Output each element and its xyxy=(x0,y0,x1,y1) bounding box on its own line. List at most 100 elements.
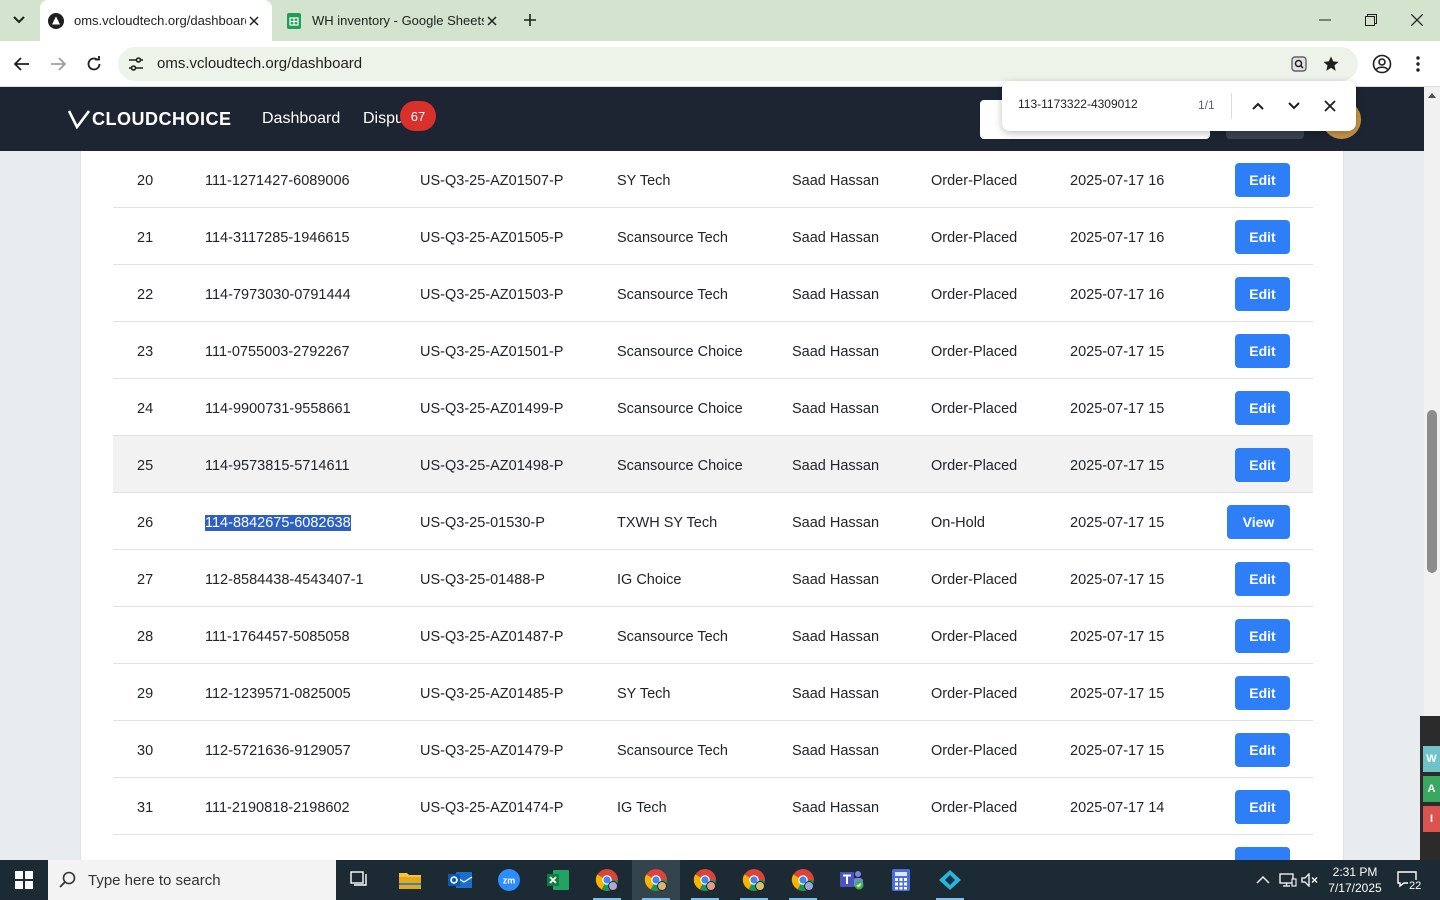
date-cell: 2025-07-17 15 xyxy=(1070,686,1165,702)
side-widget-tab-w[interactable]: W xyxy=(1423,746,1440,772)
edit-button[interactable]: Edit xyxy=(1235,619,1290,653)
more-vertical-icon xyxy=(1416,56,1420,72)
chrome-button[interactable] xyxy=(681,860,729,900)
close-icon xyxy=(1411,14,1423,26)
file-explorer-button[interactable] xyxy=(386,860,434,900)
restore-icon xyxy=(1365,14,1377,26)
table-row: 20 111-1271427-6089006 US-Q3-25-AZ01507-P S… xyxy=(113,151,1313,208)
tab-wh-inventory[interactable]: WH inventory - Google Sheets xyxy=(276,0,510,41)
side-widget-tab-a[interactable]: A xyxy=(1423,776,1440,802)
status-cell: On-Hold xyxy=(931,515,985,531)
edit-button[interactable]: Edit xyxy=(1235,334,1290,368)
edit-button[interactable]: Edit xyxy=(1235,448,1290,482)
new-tab-button[interactable] xyxy=(518,8,542,32)
page-content: 20 111-1271427-6089006 US-Q3-25-AZ01507-P S… xyxy=(0,151,1424,860)
order-id-cell: 112-1239571-0825005 xyxy=(205,686,351,702)
edit-button[interactable]: Edit xyxy=(1235,277,1290,311)
edit-button[interactable]: Edit xyxy=(1235,790,1290,824)
chrome-button[interactable] xyxy=(583,860,631,900)
find-in-page-bar: 1/1 xyxy=(1002,81,1356,131)
zoom-icon: zm xyxy=(498,869,520,891)
bookmark-star-icon[interactable] xyxy=(1320,53,1342,75)
find-input[interactable] xyxy=(1018,97,1188,111)
browser-menu-button[interactable] xyxy=(1404,50,1432,78)
app-button[interactable] xyxy=(926,860,974,900)
order-id-cell: 111-1764457-5085058 xyxy=(205,629,350,645)
scrollbar-thumb[interactable] xyxy=(1427,410,1437,573)
show-hidden-icons-button[interactable] xyxy=(1253,870,1273,890)
store-cell: IG Tech xyxy=(617,800,667,816)
edit-button[interactable]: Edit xyxy=(1235,391,1290,425)
edit-button[interactable]: Edit xyxy=(1235,220,1290,254)
status-cell: Order-Placed xyxy=(931,173,1018,189)
order-id-cell: 112-8584438-4543407-1 xyxy=(205,572,364,588)
status-cell: Order-Placed xyxy=(931,629,1018,645)
taskbar-search-box[interactable]: Type here to search xyxy=(48,860,336,900)
tab-dashboard[interactable]: oms.vcloudtech.org/dashboard xyxy=(40,0,272,41)
calculator-button[interactable] xyxy=(877,860,925,900)
find-match-count: 1/1 xyxy=(1198,98,1215,112)
google-lens-icon[interactable] xyxy=(1288,53,1310,75)
forward-button[interactable] xyxy=(44,50,72,78)
teams-button[interactable] xyxy=(828,860,876,900)
start-button[interactable] xyxy=(0,860,48,900)
back-button[interactable] xyxy=(8,50,36,78)
store-cell: Scansource Tech xyxy=(617,743,728,759)
site-info-icon[interactable] xyxy=(126,54,146,74)
excel-button[interactable] xyxy=(534,860,582,900)
network-icon[interactable] xyxy=(1278,870,1298,890)
find-previous-button[interactable] xyxy=(1246,94,1270,118)
reference-cell: US-Q3-25-AZ01474-P xyxy=(420,800,564,816)
reload-button[interactable] xyxy=(80,50,108,78)
restore-button[interactable] xyxy=(1348,0,1394,40)
scroll-up-arrow-icon[interactable] xyxy=(1424,87,1440,103)
edit-button[interactable]: Edit xyxy=(1235,562,1290,596)
taskbar-clock[interactable]: 2:31 PM 7/17/2025 xyxy=(1320,864,1390,896)
clock-date: 7/17/2025 xyxy=(1328,881,1382,895)
chrome-button[interactable] xyxy=(779,860,827,900)
date-cell: 2025-07-17 14 xyxy=(1070,800,1165,816)
nav-dashboard[interactable]: Dashboard xyxy=(262,110,340,128)
store-cell: Scansource Tech xyxy=(617,629,728,645)
arrow-left-icon xyxy=(14,57,29,71)
disputes-count-badge: 67 xyxy=(400,101,436,131)
date-cell: 2025-07-17 15 xyxy=(1070,401,1165,417)
row-number: 26 xyxy=(137,515,154,531)
find-next-button[interactable] xyxy=(1282,94,1306,118)
logo-mark-icon xyxy=(68,110,90,129)
notification-count: 22 xyxy=(1408,880,1423,892)
url-text[interactable]: oms.vcloudtech.org/dashboard xyxy=(157,55,362,72)
side-widget-tab-i[interactable]: I xyxy=(1423,806,1440,832)
chrome-button[interactable] xyxy=(632,860,680,900)
user-cell: Saad Hassan xyxy=(792,572,880,588)
tab-title: WH inventory - Google Sheets xyxy=(312,13,484,28)
edit-button[interactable] xyxy=(1235,847,1290,860)
reference-cell: US-Q3-25-AZ01487-P xyxy=(420,629,564,645)
tab-close-icon[interactable] xyxy=(246,13,262,29)
find-close-button[interactable] xyxy=(1318,94,1342,118)
outlook-button[interactable] xyxy=(436,860,484,900)
zoom-button[interactable]: zm xyxy=(485,860,533,900)
edit-button[interactable]: Edit xyxy=(1235,676,1290,710)
tab-title: oms.vcloudtech.org/dashboard xyxy=(74,13,246,28)
find-divider xyxy=(1231,93,1232,119)
volume-muted-icon[interactable] xyxy=(1300,870,1320,890)
nav-disputes[interactable]: Dispu xyxy=(363,110,404,128)
row-number: 21 xyxy=(137,230,154,246)
address-bar[interactable]: oms.vcloudtech.org/dashboard xyxy=(118,47,1358,81)
edit-button[interactable]: Edit xyxy=(1235,733,1290,767)
status-cell: Order-Placed xyxy=(931,572,1018,588)
chrome-button[interactable] xyxy=(730,860,778,900)
close-window-button[interactable] xyxy=(1394,0,1440,40)
view-button[interactable]: View xyxy=(1227,505,1290,539)
task-view-button[interactable] xyxy=(336,860,384,900)
date-cell: 2025-07-17 16 xyxy=(1070,230,1165,246)
brand-logo[interactable]: CLOUDCHOICE xyxy=(68,109,232,129)
edit-button[interactable]: Edit xyxy=(1235,163,1290,197)
tab-search-button[interactable] xyxy=(5,6,33,34)
profile-button[interactable] xyxy=(1368,50,1396,78)
minimize-button[interactable] xyxy=(1302,0,1348,40)
folder-icon xyxy=(399,873,421,889)
store-cell: SY Tech xyxy=(617,686,671,702)
tab-close-icon[interactable] xyxy=(484,13,500,29)
